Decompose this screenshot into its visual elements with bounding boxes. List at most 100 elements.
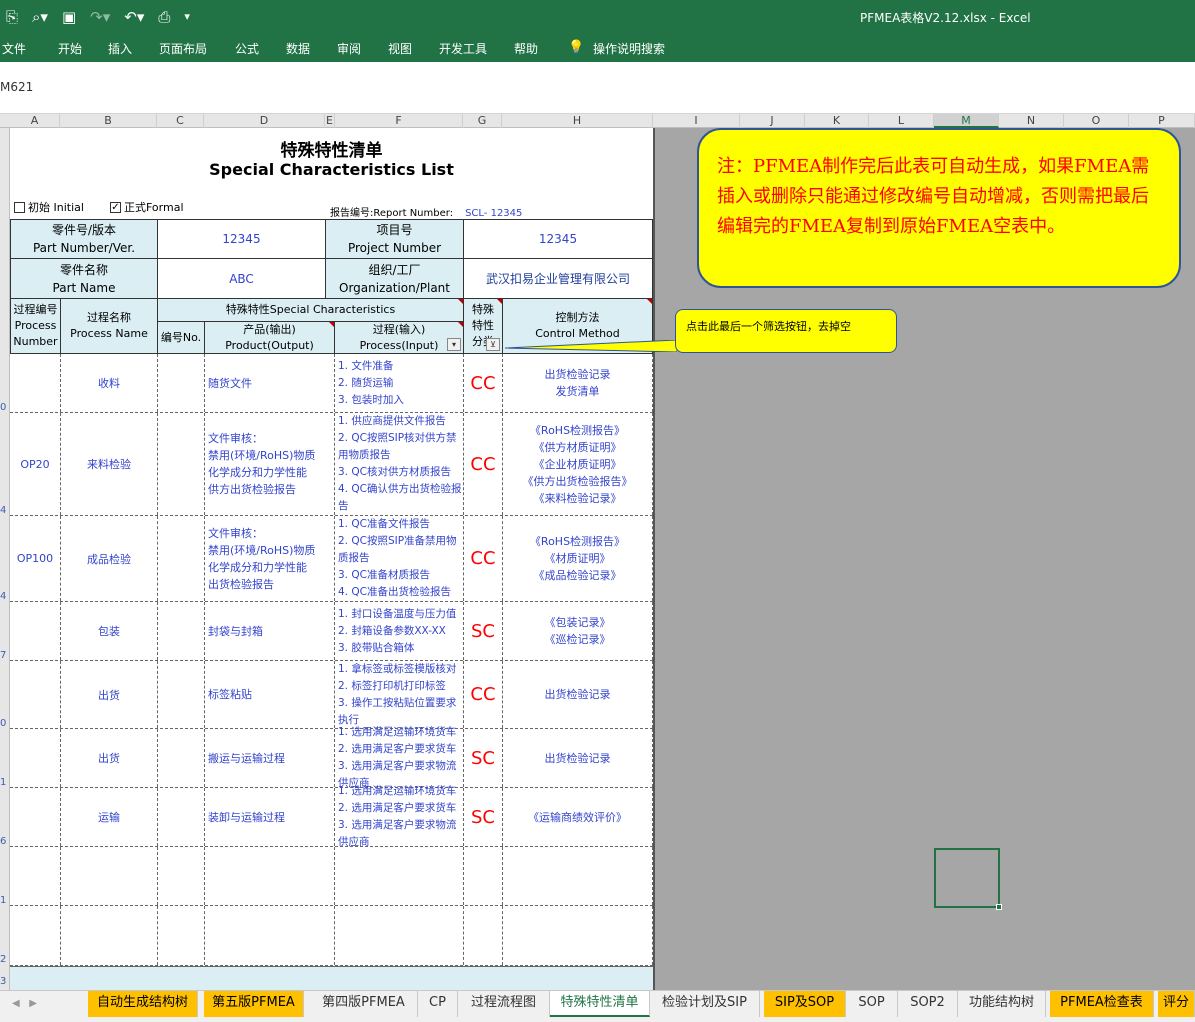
row-number[interactable]: 4 [0,505,10,516]
col-m[interactable]: M [934,114,999,128]
autosave-icon[interactable]: ⎘ [6,8,18,26]
search-dropdown-icon[interactable]: ⌕▾ [32,8,48,26]
organization-value[interactable]: 武汉扣易企业管理有限公司 [463,258,653,299]
sheet-tab[interactable]: 功能结构树 [958,991,1046,1017]
cell-cls[interactable]: CC [464,516,503,601]
cell-no[interactable] [158,788,205,846]
col-p[interactable]: P [1129,114,1195,128]
cell-no[interactable] [158,661,205,728]
tab-file[interactable]: 文件 [2,40,26,57]
col-o[interactable]: O [1064,114,1129,128]
cell-process[interactable] [335,847,464,905]
cell-product[interactable] [205,847,335,905]
sheet-tab[interactable]: CP [418,991,458,1017]
print-preview-icon[interactable]: ⎙ [158,8,170,26]
row-number[interactable]: 4 [0,591,10,602]
row-number[interactable]: 7 [0,650,10,661]
cell-proc-name[interactable]: 收料 [61,354,158,412]
part-number-value[interactable]: 12345 [157,219,326,259]
col-j[interactable]: J [740,114,805,128]
cell-no[interactable] [158,516,205,601]
cell-proc-no[interactable] [10,354,61,412]
col-e[interactable]: E [325,114,335,128]
tab-review[interactable]: 审阅 [337,40,361,57]
tab-help[interactable]: 帮助 [514,40,538,57]
col-l[interactable]: L [869,114,934,128]
redo-icon[interactable]: ↷▾ [90,8,110,26]
cell-control[interactable] [503,847,653,905]
cell-product[interactable]: 文件审核： 禁用(环境/RoHS)物质 化学成分和力学性能 出货检验报告 [205,516,335,601]
cell-process[interactable]: 1. 拿标签或标签模版核对 2. 标签打印机打印标签 3. 操作工按粘贴位置要求执行 [335,661,464,728]
sheet-tab[interactable]: SOP2 [898,991,958,1017]
sheet-tab[interactable]: 过程流程图 [458,991,550,1017]
cell-cls[interactable]: SC [464,788,503,846]
cell-cls[interactable]: CC [464,661,503,728]
col-n[interactable]: N [999,114,1064,128]
cell-cls[interactable] [464,906,503,965]
cell-control[interactable]: 《RoHS检测报告》 《供方材质证明》 《企业材质证明》 《供方出货检验报告》 《来料检… [503,413,653,515]
cell-control[interactable]: 《RoHS检测报告》 《材质证明》 《成品检验记录》 [503,516,653,601]
checkbox-checked-icon[interactable]: ✓ [110,201,121,213]
cell-proc-no[interactable]: OP20 [10,413,61,515]
cell-proc-no[interactable] [10,788,61,846]
cell-cls[interactable]: SC [464,602,503,660]
cell-proc-no[interactable] [10,602,61,660]
row-number[interactable]: 2 [0,954,10,965]
filter-active-icon[interactable]: ⊻ [486,338,500,351]
cell-product[interactable]: 搬运与运输过程 [205,729,335,787]
part-name-value[interactable]: ABC [157,258,326,299]
cell-no[interactable] [158,413,205,515]
cell-proc-no[interactable]: OP100 [10,516,61,601]
row-number[interactable]: 0 [0,718,10,729]
cell-proc-name[interactable]: 成品检验 [61,516,158,601]
cell-control[interactable]: 《运输商绩效评价》 [503,788,653,846]
cell-proc-no[interactable] [10,847,61,905]
cell-product[interactable] [205,906,335,965]
sheet-tab[interactable]: 自动生成结构树 [88,991,198,1017]
row-number[interactable]: 1 [0,777,10,788]
undo-icon[interactable]: ↶▾ [124,8,144,26]
initial-checkbox[interactable]: 初始 Initial [14,199,84,215]
filter-dropdown-icon[interactable]: ▾ [447,338,461,351]
row-number[interactable]: 1 [0,895,10,906]
cell-cls[interactable]: CC [464,354,503,412]
tab-home[interactable]: 开始 [58,40,82,57]
cell-no[interactable] [158,847,205,905]
cell-control[interactable]: 出货检验记录 发货清单 [503,354,653,412]
sheet-tab[interactable]: 第五版PFMEA [204,991,304,1017]
fill-handle[interactable] [996,904,1002,910]
cell-process[interactable] [335,906,464,965]
formal-checkbox[interactable]: ✓ 正式Formal [110,199,184,215]
cell-product[interactable]: 文件审核： 禁用(环境/RoHS)物质 化学成分和力学性能 供方出货检验报告 [205,413,335,515]
tab-formulas[interactable]: 公式 [235,40,259,57]
cell-control[interactable]: 出货检验记录 [503,661,653,728]
cell-proc-name[interactable]: 运输 [61,788,158,846]
tab-scroll-arrows-icon[interactable]: ◀ ▶ [12,998,37,1009]
sheet-tab[interactable]: 评分 [1158,991,1195,1017]
filter-tip-callout[interactable]: 点击此最后一个筛选按钮，去掉空 [675,309,897,353]
cell-process[interactable]: 1. 选用满足运输环境货车 2. 选用满足客户要求货车 3. 选用满足客户要求物流供… [335,726,464,789]
project-number-value[interactable]: 12345 [463,219,653,259]
col-d[interactable]: D [204,114,325,128]
col-i[interactable]: I [653,114,740,128]
save-icon[interactable]: ▣ [62,8,76,26]
cell-no[interactable] [158,906,205,965]
cell-cls[interactable] [464,847,503,905]
customize-toolbar-icon[interactable]: ▾ [184,8,190,26]
cell-proc-no[interactable] [10,661,61,728]
tab-developer[interactable]: 开发工具 [439,40,487,57]
sheet-tab[interactable]: SOP [846,991,898,1017]
cell-proc-name[interactable]: 来料检验 [61,413,158,515]
cell-no[interactable] [158,354,205,412]
tab-page-layout[interactable]: 页面布局 [159,40,207,57]
cell-cls[interactable]: CC [464,413,503,515]
col-c[interactable]: C [157,114,204,128]
sheet-tab[interactable]: 检验计划及SIP [650,991,760,1017]
sheet-tab-active[interactable]: 特殊特性清单 [550,991,650,1017]
tell-me-search[interactable]: 操作说明搜索 [593,40,665,57]
tab-data[interactable]: 数据 [286,40,310,57]
sheet-tab[interactable]: PFMEA检查表 [1050,991,1154,1017]
instruction-note[interactable]: 注：PFMEA制作完后此表可自动生成，如果FMEA需插入或删除只能通过修改编号自… [697,128,1181,288]
cell-no[interactable] [158,729,205,787]
cell-proc-name[interactable]: 出货 [61,661,158,728]
